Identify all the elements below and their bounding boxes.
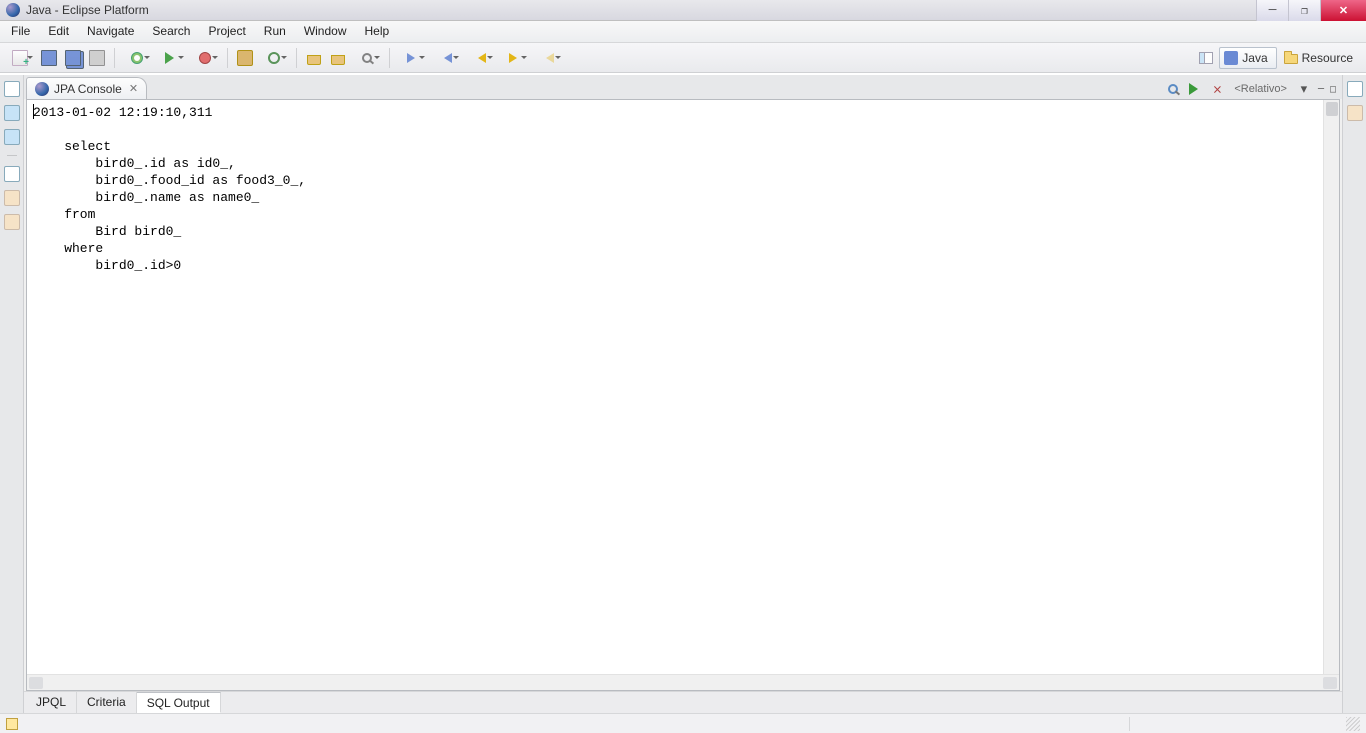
package-explorer-icon[interactable] bbox=[4, 105, 20, 121]
maximize-view-icon[interactable]: □ bbox=[1330, 84, 1336, 95]
new-type-button[interactable] bbox=[258, 47, 290, 69]
workbench: JPA Console ✕ ⨯ <Relativo> ▾ ─ □ bbox=[0, 73, 1366, 713]
maximize-button[interactable] bbox=[1288, 0, 1320, 21]
perspective-switcher: Java Resource bbox=[1195, 47, 1362, 69]
jpa-console-icon bbox=[35, 82, 49, 96]
horizontal-scrollbar[interactable] bbox=[27, 674, 1339, 690]
toolbar-separator bbox=[114, 48, 115, 68]
bottom-tabbar: JPQL Criteria SQL Output bbox=[24, 691, 1342, 713]
menubar: File Edit Navigate Search Project Run Wi… bbox=[0, 21, 1366, 43]
status-icon[interactable] bbox=[6, 718, 18, 730]
close-button[interactable] bbox=[1320, 0, 1366, 21]
close-tab-icon[interactable]: ✕ bbox=[129, 82, 138, 95]
view-menu-icon[interactable]: ▾ bbox=[1296, 81, 1312, 97]
console-output[interactable]: 2013-01-02 12:19:10,311 select bird0_.id… bbox=[27, 100, 1339, 674]
eclipse-icon bbox=[6, 3, 20, 17]
vertical-scrollbar[interactable] bbox=[1323, 100, 1339, 674]
menu-edit[interactable]: Edit bbox=[39, 21, 78, 42]
open-perspective-button[interactable] bbox=[1195, 47, 1217, 69]
window-title: Java - Eclipse Platform bbox=[26, 3, 149, 17]
main-toolbar: Java Resource bbox=[0, 43, 1366, 73]
magnifier-icon[interactable] bbox=[1165, 81, 1181, 97]
toolbar-separator bbox=[296, 48, 297, 68]
restore-view-icon[interactable] bbox=[4, 166, 20, 182]
titlebar[interactable]: Java - Eclipse Platform bbox=[0, 0, 1366, 21]
new-button[interactable] bbox=[4, 47, 36, 69]
menu-window[interactable]: Window bbox=[295, 21, 356, 42]
console-text: 2013-01-02 12:19:10,311 select bird0_.id… bbox=[27, 100, 1339, 278]
menu-search[interactable]: Search bbox=[143, 21, 199, 42]
text-caret bbox=[33, 104, 34, 119]
minimize-button[interactable] bbox=[1256, 0, 1288, 21]
resource-perspective-icon bbox=[1284, 54, 1298, 64]
toolbar-separator bbox=[227, 48, 228, 68]
relative-label: <Relativo> bbox=[1231, 83, 1290, 95]
minimize-view-icon[interactable]: ─ bbox=[1318, 84, 1324, 95]
editor-area: JPA Console ✕ ⨯ <Relativo> ▾ ─ □ bbox=[24, 75, 1342, 713]
tab-jpql[interactable]: JPQL bbox=[26, 692, 77, 713]
hierarchy-icon[interactable] bbox=[4, 190, 20, 206]
open-task-button[interactable] bbox=[327, 47, 349, 69]
left-trim-stack bbox=[0, 75, 24, 713]
prev-annotation-button[interactable] bbox=[430, 47, 462, 69]
perspective-java[interactable]: Java bbox=[1219, 47, 1276, 69]
menu-file[interactable]: File bbox=[2, 21, 39, 42]
scroll-left-icon[interactable] bbox=[29, 677, 43, 689]
console-panel: 2013-01-02 12:19:10,311 select bird0_.id… bbox=[26, 99, 1340, 691]
open-type-button[interactable] bbox=[303, 47, 325, 69]
statusbar bbox=[0, 713, 1366, 733]
problems-icon[interactable] bbox=[4, 214, 20, 230]
restore-view-icon[interactable] bbox=[1347, 81, 1363, 97]
view-tabbar: JPA Console ✕ ⨯ <Relativo> ▾ ─ □ bbox=[24, 75, 1342, 99]
print-button[interactable] bbox=[86, 47, 108, 69]
save-all-button[interactable] bbox=[62, 47, 84, 69]
outline-icon[interactable] bbox=[4, 129, 20, 145]
toolbar-separator bbox=[389, 48, 390, 68]
scroll-right-icon[interactable] bbox=[1323, 677, 1337, 689]
last-edit-button[interactable] bbox=[532, 47, 564, 69]
eclipse-window: Java - Eclipse Platform File Edit Naviga… bbox=[0, 0, 1366, 733]
resize-grip-icon[interactable] bbox=[1346, 717, 1360, 731]
run-query-icon[interactable] bbox=[1187, 81, 1203, 97]
run-button[interactable] bbox=[155, 47, 187, 69]
next-annotation-button[interactable] bbox=[396, 47, 428, 69]
run-last-button[interactable] bbox=[189, 47, 221, 69]
tab-label: JPA Console bbox=[54, 82, 122, 96]
java-perspective-icon bbox=[1224, 51, 1238, 65]
forward-button[interactable] bbox=[498, 47, 530, 69]
gutter-separator bbox=[7, 155, 17, 156]
new-package-button[interactable] bbox=[234, 47, 256, 69]
search-button[interactable] bbox=[351, 47, 383, 69]
debug-button[interactable] bbox=[121, 47, 153, 69]
menu-run[interactable]: Run bbox=[255, 21, 295, 42]
perspective-resource[interactable]: Resource bbox=[1279, 47, 1362, 69]
save-button[interactable] bbox=[38, 47, 60, 69]
right-trim-stack bbox=[1342, 75, 1366, 713]
restore-view-icon[interactable] bbox=[4, 81, 20, 97]
tab-jpa-console[interactable]: JPA Console ✕ bbox=[26, 77, 147, 99]
tab-criteria[interactable]: Criteria bbox=[77, 692, 137, 713]
tab-sql-output[interactable]: SQL Output bbox=[137, 692, 221, 713]
menu-project[interactable]: Project bbox=[199, 21, 254, 42]
back-button[interactable] bbox=[464, 47, 496, 69]
clear-console-icon[interactable]: ⨯ bbox=[1209, 81, 1225, 97]
task-list-icon[interactable] bbox=[1347, 105, 1363, 121]
perspective-label: Java bbox=[1242, 51, 1267, 65]
menu-help[interactable]: Help bbox=[356, 21, 399, 42]
view-toolbar: ⨯ <Relativo> ▾ ─ □ bbox=[1165, 81, 1342, 99]
menu-navigate[interactable]: Navigate bbox=[78, 21, 143, 42]
perspective-label: Resource bbox=[1302, 51, 1353, 65]
